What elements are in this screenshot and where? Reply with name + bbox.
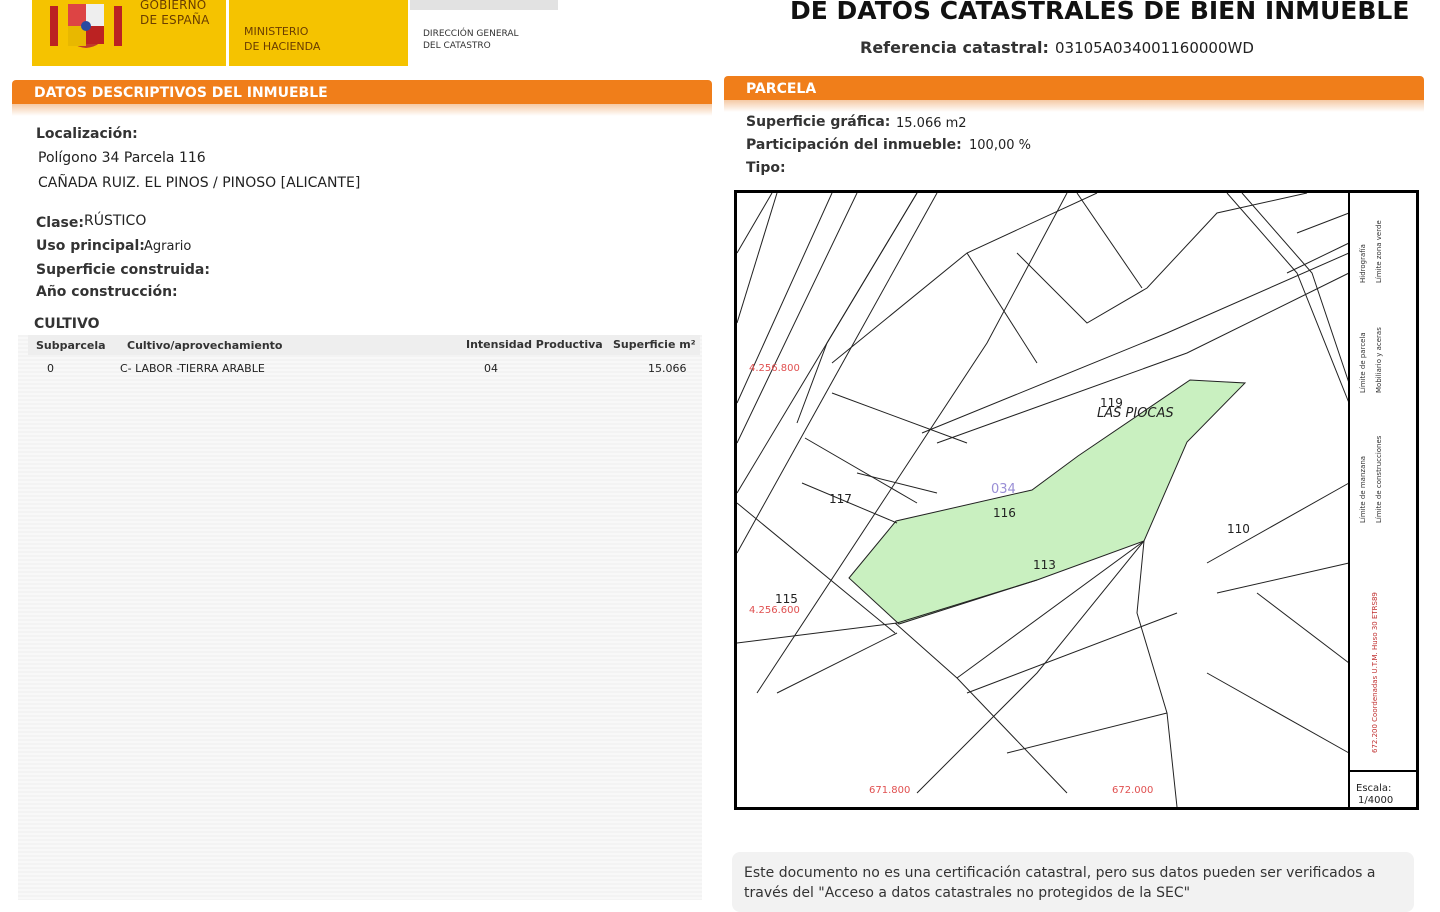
logo-divider — [226, 0, 229, 66]
location-line2: CAÑADA RUIZ. EL PINOS / PINOSO [ALICANTE… — [38, 175, 361, 191]
highlighted-parcel-116 — [848, 379, 1247, 625]
ministry-name: MINISTERIO DE HACIENDA — [244, 24, 320, 54]
header-grey-strip — [410, 0, 558, 10]
cadastral-reference-label: Referencia catastral: — [860, 38, 1049, 57]
col-crop: Cultivo/aprovechamiento — [127, 339, 283, 352]
participation-label: Participación del inmueble: — [746, 137, 962, 153]
main-use-label: Uso principal: — [36, 238, 145, 254]
government-name: GOBIERNO DE ESPAÑA — [140, 0, 210, 28]
participation-value: 100,00 % — [969, 138, 1031, 153]
cell-surface: 15.066 — [648, 362, 687, 375]
parcel-label-117: 117 — [829, 492, 852, 506]
col-surface: Superficie m² — [613, 338, 696, 351]
parcel-header-fade — [724, 100, 1424, 112]
col-productive-intensity: Intensidad Productiva — [466, 338, 603, 351]
cell-crop: C- LABOR -TIERRA ARABLE — [120, 362, 265, 375]
place-name-label: LAS PIOCAS — [1097, 406, 1174, 421]
map-svg: 117 116 113 115 110 119 034 LAS PIOCAS 4… — [737, 193, 1416, 807]
map-legend: Límite de manzana Límite de parcela Hidr… — [1359, 220, 1383, 753]
parcel-title: PARCELA — [746, 81, 817, 97]
cadastral-reference-value: 03105A034001160000WD — [1055, 39, 1254, 57]
coord-label-north-1: 4.256.800 — [749, 363, 800, 374]
location-label: Localización: — [36, 126, 138, 142]
class-label: Clase: — [36, 215, 84, 231]
construction-year-label: Año construcción: — [36, 284, 178, 300]
coat-of-arms-icon — [50, 4, 122, 48]
cell-intensity: 04 — [484, 362, 498, 375]
parcel-label-115: 115 — [775, 592, 798, 606]
cell-subparcel: 0 — [47, 362, 54, 375]
ministry-line1: MINISTERIO — [244, 25, 309, 38]
header-fade — [12, 104, 712, 116]
dg-line2: DEL CATASTRO — [423, 41, 491, 51]
legend-green-zone: Límite zona verde — [1375, 220, 1383, 283]
ministry-line2: DE HACIENDA — [244, 40, 321, 53]
class-value: RÚSTICO — [84, 213, 147, 229]
built-area-label: Superficie construida: — [36, 262, 210, 278]
projection-text: 672.200 Coordenadas U.T.M. Huso 30 ETRS8… — [1371, 592, 1379, 753]
col-subparcel: Subparcela — [36, 339, 106, 352]
parcel-label-113: 113 — [1033, 558, 1056, 572]
parcel-header: PARCELA — [724, 76, 1424, 100]
disclaimer-line2: través del "Acceso a datos catastrales n… — [744, 885, 1191, 901]
disclaimer-text: Este documento no es una certificación c… — [744, 863, 1376, 903]
cadastral-map[interactable]: 117 116 113 115 110 119 034 LAS PIOCAS 4… — [734, 190, 1419, 810]
dg-line1: DIRECCIÓN GENERAL — [423, 29, 519, 39]
type-label: Tipo: — [746, 160, 786, 176]
crop-table-area — [18, 335, 702, 900]
descriptive-data-header: DATOS DESCRIPTIVOS DEL INMUEBLE — [12, 80, 712, 104]
graphic-surface-value: 15.066 m2 — [896, 116, 967, 131]
disclaimer-line1: Este documento no es una certificación c… — [744, 865, 1376, 881]
crop-section-title: CULTIVO — [34, 316, 100, 332]
parcel-label-116: 116 — [993, 506, 1016, 520]
location-line1: Polígono 34 Parcela 116 — [38, 150, 206, 166]
main-use-value: Agrario — [144, 239, 192, 254]
descriptive-data-title: DATOS DESCRIPTIVOS DEL INMUEBLE — [34, 85, 328, 101]
legend-hydrography: Hidrografía — [1359, 244, 1367, 283]
polygon-label-034: 034 — [991, 482, 1016, 497]
gov-line2: DE ESPAÑA — [140, 13, 210, 27]
legend-block-limit: Límite de manzana — [1359, 456, 1367, 523]
scale-value: 1/4000 — [1358, 795, 1393, 806]
legend-construction-limit: Límite de construcciones — [1375, 435, 1383, 523]
parcel-label-110: 110 — [1227, 522, 1250, 536]
graphic-surface-label: Superficie gráfica: — [746, 114, 891, 130]
page-title: DE DATOS CATASTRALES DE BIEN INMUEBLE — [790, 0, 1410, 25]
coord-label-east-1: 671.800 — [869, 785, 910, 796]
coord-label-north-2: 4.256.600 — [749, 605, 800, 616]
coord-label-east-2: 672.000 — [1112, 785, 1153, 796]
scale-label: Escala: — [1356, 783, 1391, 794]
directorate-name: DIRECCIÓN GENERAL DEL CATASTRO — [423, 28, 519, 52]
gov-line1: GOBIERNO — [140, 0, 207, 12]
legend-parcel-limit: Límite de parcela — [1359, 332, 1367, 393]
legend-furniture-sidewalks: Mobiliario y aceras — [1375, 327, 1383, 393]
